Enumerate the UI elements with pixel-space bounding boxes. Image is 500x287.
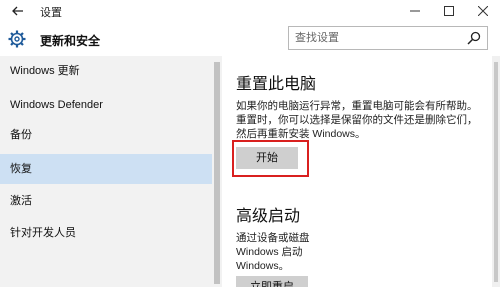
sidebar-item-backup[interactable]: 备份 [0, 120, 212, 150]
close-icon [478, 6, 488, 16]
sidebar-scrollbar[interactable] [214, 62, 220, 284]
page-title: 更新和安全 [40, 34, 101, 48]
sidebar-item-windows-defender[interactable]: Windows Defender [0, 90, 212, 120]
title-bar: 设置 [0, 0, 500, 22]
advanced-description-line3: Windows。 [236, 260, 290, 272]
back-arrow-icon[interactable] [10, 3, 26, 19]
minimize-icon [410, 6, 420, 16]
advanced-description-line2: Windows 启动 [236, 246, 303, 258]
advanced-startup-title: 高级启动 [236, 208, 301, 225]
advanced-description-line1: 通过设备或磁盘 [236, 232, 310, 244]
content-scrollbar-track [492, 56, 500, 287]
sidebar-item-activation[interactable]: 激活 [0, 186, 212, 216]
sidebar: Windows 更新 Windows Defender 备份 恢复 激活 针对开… [0, 56, 212, 287]
search-icon[interactable] [467, 31, 481, 45]
reset-description-line1: 如果你的电脑运行异常，重置电脑可能会有所帮助。 [236, 100, 478, 112]
annotation-highlight-box [232, 140, 309, 177]
sidebar-item-for-developers[interactable]: 针对开发人员 [0, 218, 212, 248]
window-title: 设置 [40, 7, 62, 19]
close-button[interactable] [466, 0, 500, 22]
search-input[interactable] [295, 30, 455, 46]
restart-now-button[interactable]: 立即重启 [236, 276, 308, 287]
maximize-icon [444, 6, 454, 16]
content-scrollbar[interactable] [494, 62, 498, 282]
sidebar-item-recovery[interactable]: 恢复 [0, 154, 212, 184]
search-box[interactable] [288, 26, 488, 50]
gear-icon [8, 30, 26, 48]
reset-description-line2: 重置时，你可以选择是保留你的文件还是删除它们， [236, 114, 478, 126]
reset-pc-title: 重置此电脑 [236, 76, 317, 93]
sidebar-item-windows-update[interactable]: Windows 更新 [0, 56, 212, 86]
maximize-button[interactable] [432, 0, 466, 22]
minimize-button[interactable] [398, 0, 432, 22]
settings-header: 更新和安全 [0, 22, 500, 56]
